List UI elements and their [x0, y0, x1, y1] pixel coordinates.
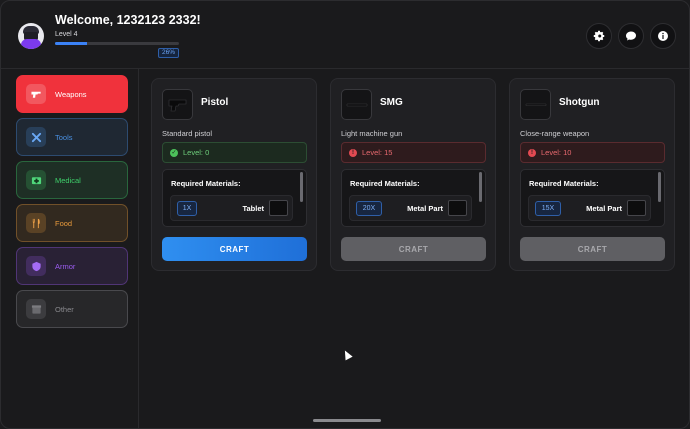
avatar[interactable] — [18, 23, 44, 49]
sidebar-item-label: Armor — [55, 261, 76, 271]
mouse-cursor — [341, 348, 353, 361]
sidebar-item-label: Other — [55, 304, 74, 314]
sidebar-item-weapons[interactable]: Weapons — [16, 75, 128, 113]
tools-icon — [26, 127, 46, 147]
item-name: SMG — [380, 97, 403, 108]
material-image — [627, 200, 646, 216]
home-indicator[interactable] — [313, 419, 381, 422]
app-window: Welcome, 1232123 2332! Level 4 26% Weapo… — [0, 0, 690, 429]
pistol-image — [162, 89, 193, 120]
category-sidebar: Weapons Tools Medical Food Armor Other — [1, 69, 139, 428]
level-label: Level 4 — [55, 31, 78, 38]
materials-panel[interactable]: Required Materials: 20X Metal Part — [341, 169, 486, 227]
item-name: Shotgun — [559, 97, 600, 108]
material-quantity: 1X — [177, 201, 197, 216]
craft-button[interactable]: CRAFT — [520, 237, 665, 261]
materials-panel[interactable]: Required Materials: 1X Tablet — [162, 169, 307, 227]
welcome-title: Welcome, 1232123 2332! — [55, 13, 201, 27]
sidebar-item-label: Food — [55, 218, 73, 228]
material-row: 1X Tablet — [170, 195, 293, 221]
materials-panel[interactable]: Required Materials: 15X Metal Part — [520, 169, 665, 227]
chat-icon — [626, 31, 636, 41]
level-requirement: ! Level: 15 — [341, 142, 486, 163]
materials-title: Required Materials: — [529, 179, 599, 188]
sidebar-item-label: Tools — [55, 132, 73, 142]
settings-button[interactable] — [586, 23, 612, 49]
xp-percent-badge: 26% — [158, 48, 179, 58]
item-description: Close-range weapon — [520, 129, 590, 138]
level-requirement: ✓ Level: 0 — [162, 142, 307, 163]
medkit-icon — [26, 170, 46, 190]
info-icon — [658, 31, 668, 41]
materials-scrollbar[interactable] — [658, 172, 661, 202]
sidebar-item-medical[interactable]: Medical — [16, 161, 128, 199]
craft-button[interactable]: CRAFT — [162, 237, 307, 261]
material-row: 15X Metal Part — [528, 195, 651, 221]
craft-button[interactable]: CRAFT — [341, 237, 486, 261]
smg-image — [341, 89, 372, 120]
chat-button[interactable] — [618, 23, 644, 49]
material-name: Metal Part — [586, 204, 622, 213]
sidebar-item-armor[interactable]: Armor — [16, 247, 128, 285]
box-icon — [26, 299, 46, 319]
material-quantity: 20X — [356, 201, 382, 216]
material-image — [269, 200, 288, 216]
material-row: 20X Metal Part — [349, 195, 472, 221]
recipe-card-shotgun: Shotgun Close-range weapon ! Level: 10 R… — [509, 78, 675, 271]
sidebar-item-label: Weapons — [55, 89, 87, 99]
alert-icon: ! — [528, 148, 536, 157]
header: Welcome, 1232123 2332! Level 4 26% — [1, 1, 689, 69]
sidebar-item-other[interactable]: Other — [16, 290, 128, 328]
materials-scrollbar[interactable] — [479, 172, 482, 202]
gear-icon — [593, 30, 605, 42]
recipe-card-smg: SMG Light machine gun ! Level: 15 Requir… — [330, 78, 496, 271]
sidebar-item-food[interactable]: Food — [16, 204, 128, 242]
material-image — [448, 200, 467, 216]
materials-title: Required Materials: — [171, 179, 241, 188]
level-requirement: ! Level: 10 — [520, 142, 665, 163]
item-description: Light machine gun — [341, 129, 403, 138]
material-name: Tablet — [242, 204, 264, 213]
xp-progress-fill — [55, 42, 88, 45]
sidebar-item-tools[interactable]: Tools — [16, 118, 128, 156]
item-name: Pistol — [201, 97, 229, 108]
sidebar-item-label: Medical — [55, 175, 81, 185]
info-button[interactable] — [650, 23, 676, 49]
utensils-icon — [26, 213, 46, 233]
recipe-card-pistol: Pistol Standard pistol ✓ Level: 0 Requir… — [151, 78, 317, 271]
materials-title: Required Materials: — [350, 179, 420, 188]
materials-scrollbar[interactable] — [300, 172, 303, 202]
xp-progress-bar — [55, 42, 179, 45]
material-quantity: 15X — [535, 201, 561, 216]
material-name: Metal Part — [407, 204, 443, 213]
shotgun-image — [520, 89, 551, 120]
alert-icon: ! — [349, 148, 357, 157]
check-icon: ✓ — [170, 148, 178, 157]
shield-icon — [26, 256, 46, 276]
item-description: Standard pistol — [162, 129, 213, 138]
gun-icon — [26, 84, 46, 104]
